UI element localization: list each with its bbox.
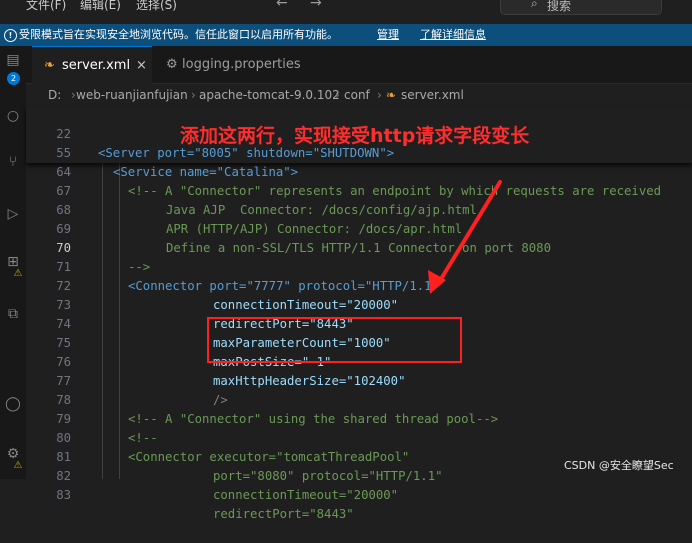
watermark: CSDN @安全瞭望Sec [564,459,674,472]
line-text: connectionTimeout="20000" [213,488,399,502]
line-number: 83 [56,488,71,502]
line-text: redirectPort="8443" [213,507,354,521]
annotation-arrow [428,180,502,294]
